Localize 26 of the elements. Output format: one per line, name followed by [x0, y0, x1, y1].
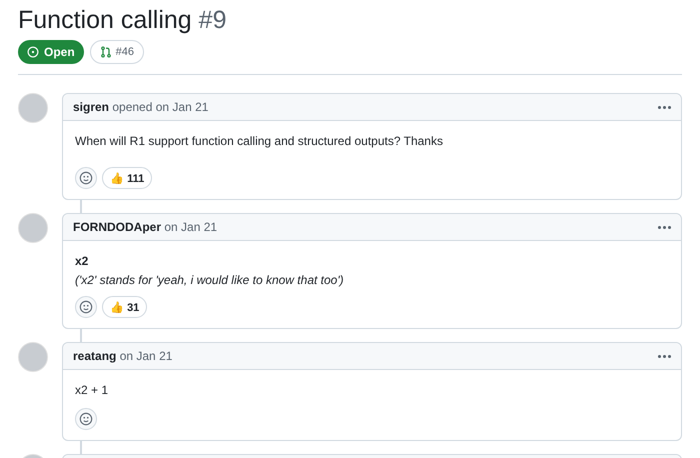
reaction-button[interactable]: 👍 111 — [102, 167, 152, 189]
add-reaction-button[interactable] — [75, 408, 97, 430]
circle-dot-icon — [27, 46, 39, 58]
comment-author[interactable]: FORNDODAper — [73, 220, 162, 234]
smiley-icon — [79, 300, 93, 314]
smiley-icon — [79, 171, 93, 185]
comment-author[interactable]: sigren — [73, 100, 110, 114]
issue-title: Function calling #9 — [18, 5, 228, 36]
add-reaction-button[interactable] — [75, 167, 97, 189]
comment-text: x2 — [75, 253, 90, 269]
more-options-button[interactable] — [658, 106, 671, 108]
add-reaction-button[interactable] — [75, 296, 97, 318]
status-badge: Open — [18, 40, 84, 64]
smiley-icon — [79, 412, 93, 426]
comment-date: on Jan 21 — [118, 349, 172, 363]
comment-text: When will R1 support function calling and structured outputs? Thanks — [75, 133, 444, 149]
comment-date: on Jan 21 — [163, 220, 218, 234]
comment-text: ('x2' stands for 'yeah, i would like to know that too') — [75, 272, 345, 288]
linked-pr-link[interactable]: #46 — [90, 40, 144, 64]
more-options-button[interactable] — [658, 354, 671, 358]
comment-text: x2 + 1 — [75, 382, 110, 398]
more-options-button[interactable] — [658, 226, 671, 228]
comment-date: opened on Jan 21 — [111, 100, 208, 114]
comment-author[interactable]: reatang — [73, 349, 116, 363]
pull-request-icon — [100, 46, 112, 58]
reaction-button[interactable]: 👍 31 — [102, 296, 148, 318]
